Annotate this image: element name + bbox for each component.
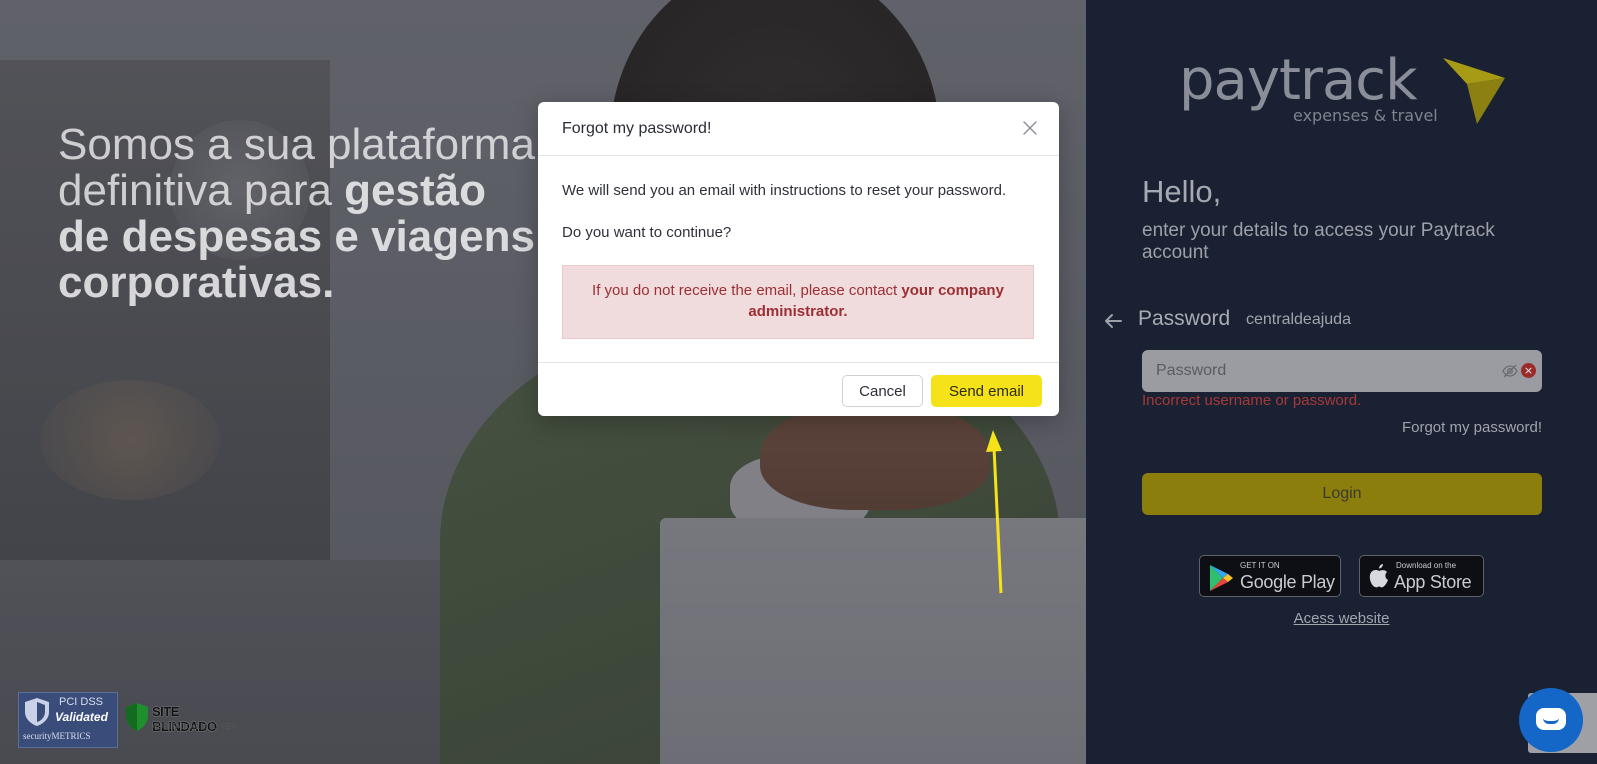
password-input[interactable] [1142,350,1542,392]
app-store-big-text: App Store [1394,572,1472,592]
google-play-big-text: Google Play [1240,572,1335,592]
login-panel: paytrack expenses & travel Hello, enter … [1086,0,1597,764]
cancel-button[interactable]: Cancel [842,375,923,407]
paytrack-logo: paytrack expenses & travel [1179,48,1509,138]
pci-badge-line3: securityMETRICS [23,731,91,741]
forgot-password-link[interactable]: Forgot my password! [1402,419,1542,436]
google-play-small-text: GET IT ON [1240,561,1280,570]
google-play-icon [1210,565,1233,591]
site-blindado-subtext: AUDITADO EM 20-FEV [152,722,237,731]
login-error-message: Incorrect username or password. [1142,392,1362,409]
eye-slash-icon[interactable] [1502,363,1518,379]
access-website-link[interactable]: Acess website [1086,610,1597,627]
password-heading: Password [1138,307,1231,330]
dialog-question: Do you want to continue? [562,224,732,241]
app-store-button[interactable]: Download on the App Store [1359,555,1484,597]
username-display: centraldeajuda [1246,311,1351,328]
site-blindado-badge[interactable]: SITE BLINDADO AUDITADO EM 20-FEV [124,700,240,740]
pci-badge-line2: Validated [55,710,108,724]
password-field: × [1142,350,1542,392]
shield-check-icon [126,703,148,731]
apple-icon [1369,564,1388,588]
app-store-small-text: Download on the [1396,561,1457,570]
dialog-message: We will send you an email with instructi… [562,182,1007,199]
login-button[interactable]: Login [1142,473,1542,515]
greeting: Hello, [1142,174,1222,209]
dialog-alert: If you do not receive the email, please … [562,265,1034,339]
dialog-title: Forgot my password! [562,120,712,137]
hero-tagline: Somos a sua plataforma definitiva para g… [58,122,538,306]
arrow-left-icon[interactable] [1102,310,1124,332]
logo-tagline: expenses & travel [1293,106,1438,125]
chat-button[interactable] [1519,688,1583,752]
pci-dss-badge[interactable]: PCI DSS Validated securityMETRICS [18,692,118,748]
clear-icon[interactable]: × [1521,363,1536,378]
dialog-footer: Cancel Send email [538,362,1059,416]
shield-icon [25,698,49,726]
forgot-password-dialog: Forgot my password! We will send you an … [538,102,1059,416]
pci-badge-line1: PCI DSS [59,696,104,708]
dialog-header: Forgot my password! [538,102,1059,156]
logo-wordmark: paytrack [1179,48,1418,113]
send-email-button[interactable]: Send email [931,375,1042,407]
paper-plane-icon [1443,58,1505,124]
login-subtitle: enter your details to access your Paytra… [1142,220,1495,263]
close-icon[interactable] [1021,119,1039,137]
google-play-button[interactable]: GET IT ON Google Play [1199,555,1341,597]
alert-text: If you do not receive the email, please … [592,282,902,299]
